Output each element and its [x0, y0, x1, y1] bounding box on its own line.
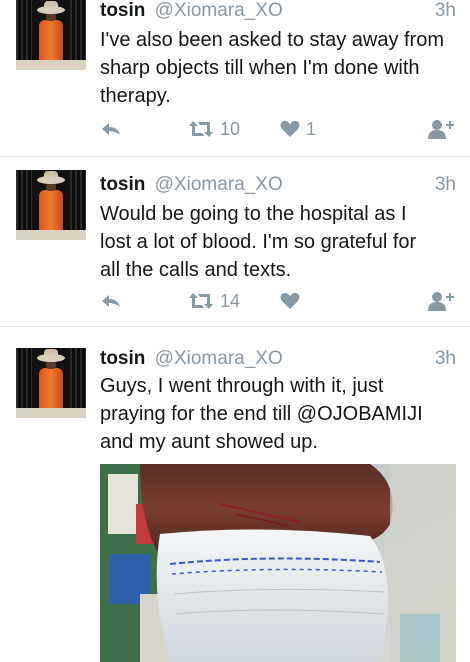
heart-icon [280, 120, 300, 137]
timestamp[interactable]: 3h [435, 0, 456, 24]
tweet[interactable]: tosin @Xiomara_XO 3h Would be going to t… [0, 166, 470, 327]
follow-icon [428, 292, 454, 311]
tweet-header: tosin @Xiomara_XO 3h [100, 0, 456, 24]
retweet-button[interactable]: 14 [188, 288, 240, 314]
tweet-text-line: praying for the end till @OJOBAMIJI [100, 403, 423, 425]
user-name[interactable]: tosin [100, 348, 145, 369]
tweet-text: Would be going to the hospital as I lost… [100, 200, 460, 284]
tweet-text-line: and my aunt showed up. [100, 431, 318, 453]
avatar[interactable] [16, 0, 86, 70]
tweet-text-line: lost a lot of blood. I'm so grateful for [100, 231, 417, 253]
tweet[interactable]: tosin @Xiomara_XO 3h I've also been aske… [0, 0, 470, 157]
tweet-text-line: I've also been asked to stay away from [100, 29, 444, 51]
tweet-text-line: sharp objects till when I'm done with [100, 57, 420, 79]
tweet-text: Guys, I went through with it, just prayi… [100, 372, 460, 456]
tweet[interactable]: tosin @Xiomara_XO 3h Guys, I went throug… [0, 336, 470, 662]
tweet-text-line: therapy. [100, 85, 171, 107]
tweet-text-line: all the calls and texts. [100, 259, 292, 281]
retweet-button[interactable]: 10 [188, 116, 240, 142]
reply-button[interactable] [100, 116, 122, 142]
user-handle[interactable]: @Xiomara_XO [155, 348, 283, 369]
follow-button[interactable] [428, 116, 456, 142]
user-handle[interactable]: @Xiomara_XO [155, 174, 283, 195]
avatar[interactable] [16, 170, 86, 240]
tweet-media-photo[interactable] [100, 464, 456, 662]
like-button[interactable] [280, 288, 306, 314]
retweet-count: 14 [220, 290, 241, 311]
tweet-actions: 10 1 [100, 116, 456, 142]
tweet-actions: 14 [100, 288, 456, 314]
reply-button[interactable] [100, 288, 122, 314]
avatar[interactable] [16, 348, 86, 418]
follow-button[interactable] [428, 288, 456, 314]
follow-icon [428, 120, 454, 139]
retweet-count: 10 [220, 118, 241, 139]
bandaged-wrist-image [100, 464, 456, 662]
tweet-text-line: Would be going to the hospital as I [100, 203, 407, 225]
heart-icon [280, 292, 300, 309]
like-button[interactable]: 1 [280, 116, 316, 142]
retweet-icon [189, 293, 213, 309]
tweet-header: tosin @Xiomara_XO 3h [100, 346, 456, 372]
user-handle[interactable]: @Xiomara_XO [155, 0, 283, 21]
like-count: 1 [306, 118, 317, 139]
tweet-text: I've also been asked to stay away from s… [100, 26, 460, 110]
retweet-icon [189, 121, 213, 137]
tweet-header: tosin @Xiomara_XO 3h [100, 172, 456, 198]
user-name[interactable]: tosin [100, 0, 145, 21]
reply-icon [102, 295, 120, 307]
timestamp[interactable]: 3h [435, 172, 456, 198]
user-name[interactable]: tosin [100, 174, 145, 195]
reply-icon [102, 123, 120, 135]
timestamp[interactable]: 3h [435, 346, 456, 372]
tweet-text-line: Guys, I went through with it, just [100, 375, 384, 397]
